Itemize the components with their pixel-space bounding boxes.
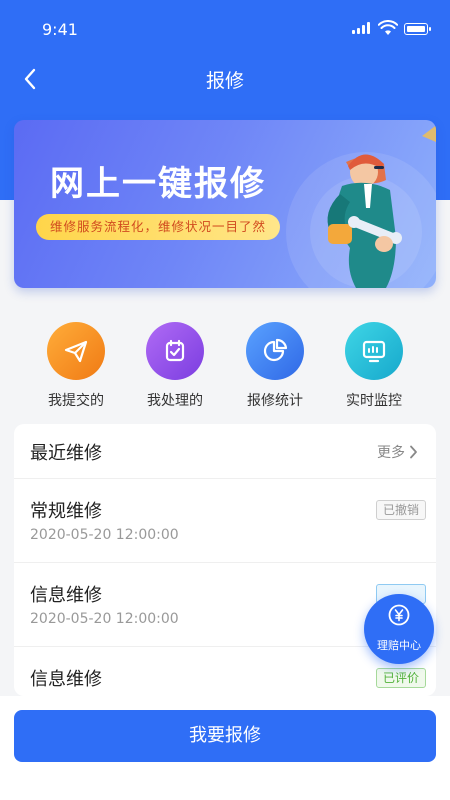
chevron-right-icon (410, 445, 417, 459)
status-time: 9:41 (42, 20, 78, 39)
quick-action-label: 我处理的 (147, 393, 203, 409)
quick-action-handled[interactable]: 我处理的 (125, 322, 225, 410)
bottom-bar: 我要报修 (0, 696, 450, 800)
quick-action-statistics[interactable]: 报修统计 (225, 322, 325, 410)
recent-repairs-card: 最近维修 更多 常规维修 2020-05-20 12:00:00 已撤销 信息维… (14, 424, 436, 696)
clipboard-check-icon (146, 322, 204, 380)
repair-name: 信息维修 (30, 669, 102, 690)
claims-center-button[interactable]: 理赔中心 (364, 594, 434, 664)
quick-action-label: 报修统计 (247, 393, 303, 409)
quick-actions: 我提交的 我处理的 报修统计 实时监控 (0, 322, 450, 414)
banner-title: 网上一键报修 (50, 164, 266, 204)
quick-action-label: 我提交的 (48, 393, 104, 409)
quick-action-monitor[interactable]: 实时监控 (324, 322, 424, 410)
submit-repair-button[interactable]: 我要报修 (14, 710, 436, 762)
status-badge: 已撤销 (375, 500, 426, 520)
repair-time: 2020-05-20 12:00:00 (30, 611, 179, 627)
repair-name: 常规维修 (30, 501, 102, 522)
signal-icon (352, 22, 372, 34)
recent-repairs-header: 最近维修 更多 (14, 424, 436, 479)
quick-action-label: 实时监控 (346, 393, 402, 409)
repair-list-item[interactable]: 常规维修 2020-05-20 12:00:00 已撤销 (14, 479, 436, 563)
promo-banner[interactable]: 网上一键报修 维修服务流程化，维修状况一目了然 (14, 120, 436, 288)
quick-action-submitted[interactable]: 我提交的 (26, 322, 126, 410)
repair-list-item[interactable]: 信息维修 已评价 (14, 647, 436, 696)
pie-chart-icon (246, 322, 304, 380)
monitor-icon (345, 322, 403, 380)
repair-time: 2020-05-20 12:00:00 (30, 527, 179, 543)
repairman-illustration (286, 125, 436, 288)
more-link[interactable]: 更多 (377, 442, 418, 462)
paper-plane-icon (47, 322, 105, 380)
repair-name: 信息维修 (30, 585, 102, 606)
yen-icon (388, 604, 410, 626)
section-title: 最近维修 (30, 443, 102, 464)
banner-subtitle: 维修服务流程化，维修状况一目了然 (36, 214, 281, 240)
status-badge: 已评价 (375, 668, 426, 688)
wifi-icon (378, 20, 398, 35)
fab-label: 理赔中心 (377, 639, 421, 652)
battery-icon (404, 23, 431, 35)
status-bar: 9:41 (0, 0, 450, 56)
page-title: 报修 (205, 70, 244, 92)
more-label: 更多 (377, 445, 405, 461)
